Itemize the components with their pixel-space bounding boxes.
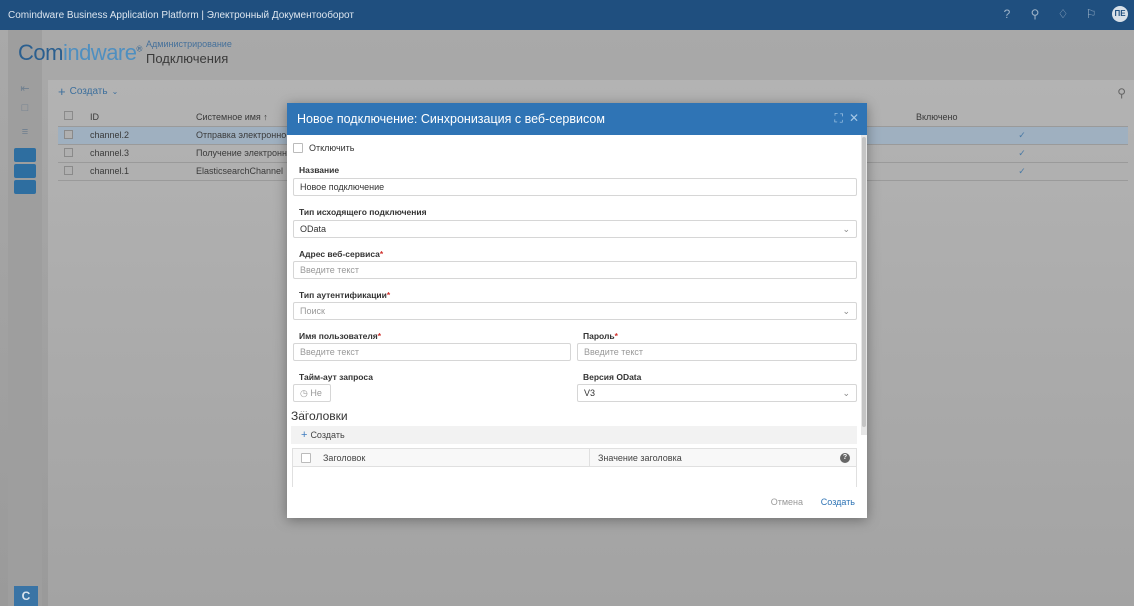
- headers-title: Заголовки: [291, 409, 348, 423]
- password-label: Пароль*: [583, 331, 618, 341]
- topbar-icons: ? ⚲ ♢ ⚐ ПЕ: [1000, 6, 1128, 22]
- disable-checkbox[interactable]: [293, 143, 303, 153]
- address-label: Адрес веб-сервиса*: [299, 249, 384, 259]
- headers-create-button[interactable]: Создать: [310, 430, 344, 440]
- help-icon[interactable]: ?: [1000, 7, 1014, 21]
- monitor-icon[interactable]: □: [8, 102, 42, 114]
- create-button[interactable]: Создать: [821, 497, 855, 507]
- nav-button-3[interactable]: [14, 180, 36, 194]
- flag-icon[interactable]: ⚐: [1084, 7, 1098, 21]
- logo: Comindware®: [18, 40, 142, 65]
- close-icon[interactable]: ✕: [849, 111, 859, 126]
- row-id: channel.1: [84, 162, 190, 181]
- odata-version-label: Версия OData: [583, 372, 642, 382]
- row-id: channel.3: [84, 144, 190, 163]
- nav-button-2[interactable]: [14, 164, 36, 178]
- timeout-field[interactable]: ◷ Не ...: [293, 384, 331, 414]
- search-icon[interactable]: ⚲: [1117, 86, 1126, 100]
- new-connection-dialog: Новое подключение: Синхронизация с веб-с…: [287, 103, 867, 518]
- name-field[interactable]: Новое подключение: [293, 178, 857, 196]
- headers-select-all-checkbox[interactable]: [301, 452, 311, 463]
- cancel-button[interactable]: Отмена: [771, 497, 803, 507]
- chevron-down-icon: ⌄: [842, 306, 850, 316]
- chat-button[interactable]: C: [14, 586, 38, 606]
- row-checkbox[interactable]: [64, 147, 73, 157]
- expand-icon[interactable]: ⛶: [835, 111, 843, 126]
- row-enabled: ✓: [910, 162, 1128, 181]
- row-checkbox[interactable]: [64, 129, 73, 139]
- auth-select[interactable]: Поиск ⌄: [293, 302, 857, 320]
- list-icon[interactable]: ≡: [8, 126, 42, 138]
- row-id: channel.2: [84, 126, 190, 145]
- top-bar: Comindware Business Application Platform…: [0, 0, 1134, 30]
- avatar[interactable]: ПЕ: [1112, 6, 1128, 22]
- auth-label: Тип аутентификации*: [299, 290, 391, 300]
- help-icon[interactable]: ?: [840, 453, 850, 463]
- address-field[interactable]: Введите текст: [293, 261, 857, 279]
- bell-icon[interactable]: ♢: [1056, 7, 1070, 21]
- list-toolbar: + Создать ⌄: [58, 84, 118, 99]
- headers-col-name[interactable]: Заголовок: [319, 448, 590, 467]
- user-label: Имя пользователя*: [299, 331, 382, 341]
- create-menu-button[interactable]: Создать: [70, 86, 108, 97]
- nav-button-1[interactable]: [14, 148, 36, 162]
- chevron-down-icon: ⌄: [842, 224, 850, 234]
- chevron-down-icon: ⌄: [111, 87, 119, 96]
- page-title: Подключения: [146, 51, 229, 66]
- odata-version-select[interactable]: V3 ⌄: [577, 384, 857, 402]
- breadcrumb-parent[interactable]: Администрирование: [146, 39, 232, 49]
- disable-label: Отключить: [309, 143, 355, 153]
- col-enabled[interactable]: Включено: [910, 108, 1128, 127]
- password-field[interactable]: Введите текст: [577, 343, 857, 361]
- dialog-header: Новое подключение: Синхронизация с веб-с…: [287, 103, 867, 135]
- disable-toggle-row: Отключить: [293, 143, 355, 153]
- headers-table-header: Заголовок Значение заголовка ?: [293, 448, 856, 467]
- collapse-icon[interactable]: ⇤: [8, 82, 42, 95]
- out-type-select[interactable]: OData ⌄: [293, 220, 857, 238]
- headers-col-value[interactable]: Значение заголовка: [590, 453, 682, 463]
- select-all-checkbox[interactable]: [64, 111, 73, 121]
- out-type-label: Тип исходящего подключения: [299, 207, 427, 217]
- dialog-scrollbar[interactable]: [861, 135, 867, 435]
- name-label: Название: [299, 165, 340, 175]
- dialog-footer: Отмена Создать: [287, 488, 867, 518]
- search-icon[interactable]: ⚲: [1028, 7, 1042, 21]
- dialog-title: Новое подключение: Синхронизация с веб-с…: [297, 112, 605, 126]
- dialog-body: Отключить Название Новое подключение Тип…: [287, 135, 861, 487]
- plus-icon: +: [301, 429, 308, 441]
- timeout-label: Тайм-аут запроса: [299, 372, 373, 382]
- headers-table: Заголовок Значение заголовка ?: [292, 448, 857, 487]
- app-title: Comindware Business Application Platform…: [8, 9, 354, 21]
- col-id[interactable]: ID: [84, 108, 190, 127]
- headers-toolbar: + Создать: [291, 426, 857, 444]
- plus-icon: +: [58, 84, 66, 99]
- user-field[interactable]: Введите текст: [293, 343, 571, 361]
- row-enabled: ✓: [910, 126, 1128, 145]
- clock-icon: ◷: [300, 388, 308, 398]
- chevron-down-icon: ⌄: [842, 388, 850, 398]
- left-sidebar: ⇤ □ ≡ C: [8, 30, 42, 606]
- row-enabled: ✓: [910, 144, 1128, 163]
- row-checkbox[interactable]: [64, 165, 73, 175]
